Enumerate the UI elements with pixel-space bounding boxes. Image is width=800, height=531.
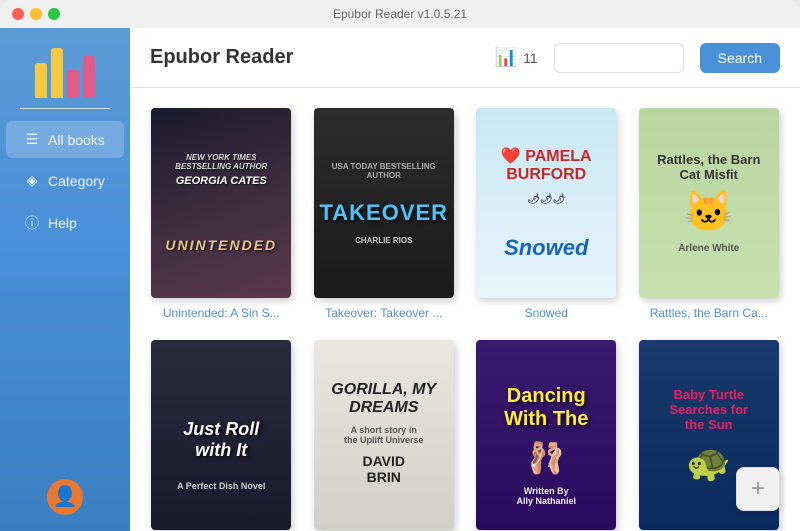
minimize-button[interactable] — [30, 8, 42, 20]
search-input[interactable] — [554, 43, 684, 73]
category-icon: ◈ — [24, 172, 40, 189]
help-icon: ⓘ — [24, 213, 40, 233]
avatar-icon: 👤 — [53, 487, 78, 507]
app-body: ☰ All books ◈ Category ⓘ Help 👤 Epubor R… — [0, 28, 800, 531]
titlebar: Epubor Reader v1.0.5.21 — [0, 0, 800, 28]
all-books-icon: ☰ — [24, 131, 40, 148]
book-item[interactable]: Just Rollwith It A Perfect Dish Novel Ju… — [150, 340, 293, 531]
logo-bar-3 — [67, 70, 79, 98]
book-item[interactable]: NEW YORK TIMES BESTSELLING AUTHOR GEORGI… — [150, 108, 293, 320]
book-item[interactable]: ❤️ PAMELABURFORD 🌶🌶🌶 Snowed Snowed — [475, 108, 618, 320]
sidebar-nav: ☰ All books ◈ Category ⓘ Help — [0, 109, 130, 463]
book-cover: NEW YORK TIMES BESTSELLING AUTHOR GEORGI… — [151, 108, 291, 298]
window-title: Epubor Reader v1.0.5.21 — [333, 7, 467, 21]
logo-bar-4 — [83, 56, 95, 98]
book-cover: USA TODAY BESTSELLING AUTHOR TAKEOVER CH… — [314, 108, 454, 298]
book-cover: Rattles, the BarnCat Misfit 🐱 Arlene Whi… — [639, 108, 779, 298]
app-logo — [0, 38, 130, 108]
header-title: Epubor Reader — [150, 46, 479, 69]
logo-bar-1 — [35, 63, 47, 98]
book-cover: GORILLA, MYDREAMS A short story inthe Up… — [314, 340, 454, 530]
fullscreen-button[interactable] — [48, 8, 60, 20]
book-cover: ❤️ PAMELABURFORD 🌶🌶🌶 Snowed — [476, 108, 616, 298]
main-content: Epubor Reader 📊 11 Search NEW YORK TIMES… — [130, 28, 800, 531]
sidebar-item-category[interactable]: ◈ Category — [6, 162, 124, 199]
sidebar-item-all-books[interactable]: ☰ All books — [6, 121, 124, 158]
sidebar-item-help[interactable]: ⓘ Help — [6, 203, 124, 243]
search-button[interactable]: Search — [700, 43, 780, 73]
book-title: Rattles, the Barn Ca... — [650, 306, 768, 320]
book-count-area: 📊 11 — [495, 47, 538, 68]
traffic-lights — [12, 8, 60, 20]
sidebar-item-label-help: Help — [48, 215, 77, 231]
logo-bar-2 — [51, 48, 63, 98]
sidebar-footer: 👤 — [0, 463, 130, 531]
book-title: Takeover: Takeover ... — [325, 306, 442, 320]
book-item[interactable]: DancingWith The 🩰 Written ByAlly Nathani… — [475, 340, 618, 531]
avatar[interactable]: 👤 — [47, 479, 83, 515]
book-cover-text: TAKEOVER — [319, 200, 448, 226]
book-cover: Just Rollwith It A Perfect Dish Novel — [151, 340, 291, 530]
sidebar: ☰ All books ◈ Category ⓘ Help 👤 — [0, 28, 130, 531]
book-cover-text: NEW YORK TIMES BESTSELLING AUTHOR GEORGI… — [151, 143, 291, 263]
book-item[interactable]: GORILLA, MYDREAMS A short story inthe Up… — [313, 340, 456, 531]
book-item[interactable]: Rattles, the BarnCat Misfit 🐱 Arlene Whi… — [638, 108, 781, 320]
sidebar-item-label-category: Category — [48, 173, 105, 189]
close-button[interactable] — [12, 8, 24, 20]
book-item[interactable]: USA TODAY BESTSELLING AUTHOR TAKEOVER CH… — [313, 108, 456, 320]
add-book-button[interactable]: + — [736, 467, 780, 511]
book-count-icon: 📊 — [495, 47, 517, 68]
books-grid: NEW YORK TIMES BESTSELLING AUTHOR GEORGI… — [130, 88, 800, 531]
book-cover: DancingWith The 🩰 Written ByAlly Nathani… — [476, 340, 616, 530]
book-title: Snowed — [525, 306, 568, 320]
book-count: 11 — [523, 50, 538, 66]
sidebar-item-label-all-books: All books — [48, 132, 105, 148]
book-title: Unintended: A Sin S... — [163, 306, 280, 320]
header: Epubor Reader 📊 11 Search — [130, 28, 800, 88]
